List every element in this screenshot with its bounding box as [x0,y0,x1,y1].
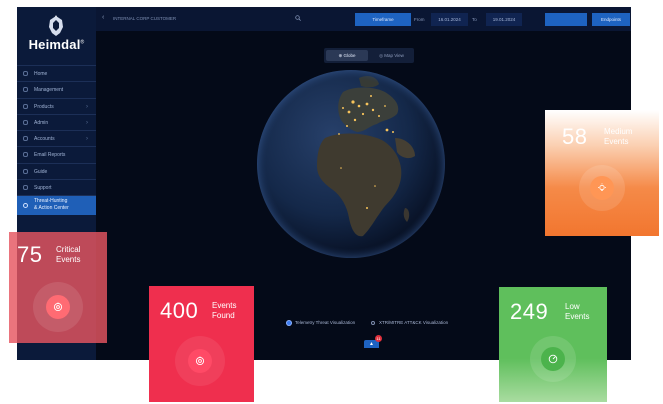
medium-events-card[interactable]: 58 Medium Events [545,110,659,236]
view-toggle: ⊕ Globe ◎ Map View [324,48,414,63]
critical-events-card[interactable]: 75 Critical Events [9,232,107,343]
sidebar-item-threat-hunting[interactable]: Threat-Hunting & Action Center [17,195,96,216]
critical-events-label-1: Critical [56,245,81,254]
chevron-right-icon: › [86,136,88,143]
management-icon [23,87,28,93]
alert-target-icon [53,302,63,312]
from-label: From [414,17,425,22]
critical-events-count: 75 [17,242,43,267]
accounts-icon [23,136,28,142]
events-found-card[interactable]: 400 Events Found [149,286,254,402]
radio-unselected-icon [371,320,375,325]
search-icon[interactable] [295,15,301,21]
sidebar-item-accounts[interactable]: Accounts › [17,130,96,146]
medium-events-label-2: Events [604,137,629,146]
events-found-count: 400 [160,298,199,323]
products-icon [23,103,28,109]
brand-trademark: ® [80,39,85,46]
to-label: To [472,17,477,22]
sidebar-item-label: Admin [34,119,49,126]
gear-icon [23,203,28,209]
guide-icon [23,168,28,174]
events-found-label-1: Events [212,301,237,310]
viz-option-label: Telemetry Threat Visualization [295,320,356,325]
sidebar-item-label: Accounts [34,136,55,143]
tab-map-view[interactable]: ◎ Map View [371,50,412,61]
sidebar-item-label: Products [34,103,54,110]
admin-icon [23,119,28,125]
tab-globe[interactable]: ⊕ Globe [326,50,368,61]
sidebar-item-label: Home [34,71,48,77]
sidebar-item-guide[interactable]: Guide [17,162,96,179]
sidebar-item-admin[interactable]: Admin › [17,113,96,130]
low-events-count: 249 [510,299,549,324]
lightbulb-icon [598,183,606,191]
events-found-label-2: Found [212,311,235,320]
timeframe-button[interactable]: Timeframe [355,13,411,26]
sidebar-item-home[interactable]: Home [17,65,96,81]
collapse-sidebar-button[interactable]: ‹ [102,14,104,21]
helmet-logo-icon [49,15,63,36]
radio-selected-icon [287,320,291,325]
earth-globe[interactable] [255,68,447,260]
sidebar-item-products[interactable]: Products › [17,97,96,114]
chevron-right-icon: › [86,119,88,126]
alert-target-icon [195,356,205,366]
sidebar-item-label: Management [34,87,64,94]
medium-events-count: 58 [562,124,588,149]
to-date-field[interactable]: 19.01.2024 [486,13,522,26]
sidebar-item-label: Guide [34,168,48,175]
sidebar-item-label: Email Reports [34,152,66,159]
viz-option-xtr[interactable]: XTR/MITRE ATT&CK Visualization [371,320,448,325]
sidebar-item-label: Support [34,185,52,192]
viz-option-telemetry[interactable]: Telemetry Threat Visualization [287,320,355,325]
tab-globe-label: Globe [343,53,356,58]
from-date-field[interactable]: 16.01.2024 [431,13,468,26]
sidebar-item-label-line2: & Action Center [34,205,69,212]
brand-logo[interactable]: Heimdal® [17,37,96,52]
sidebar-item-support[interactable]: Support [17,179,96,195]
low-events-card[interactable]: 249 Low Events [499,287,607,402]
notification-badge: 11 [375,335,382,342]
endpoints-button[interactable]: Endpoints [592,13,630,26]
sidebar-item-label-line1: Threat-Hunting [34,198,68,205]
sidebar-item-management[interactable]: Management [17,81,96,97]
sidebar-nav: Home Management Products › Admin › Account… [17,65,96,216]
support-icon [23,185,28,191]
email-icon [23,152,28,158]
brand-name: Heimdal [28,37,81,52]
customer-name: INTERNAL CORP CUSTOMER [113,16,177,21]
medium-events-label-1: Medium [604,127,633,136]
viz-option-label: XTR/MITRE ATT&CK Visualization [379,320,449,325]
low-events-label-2: Events [565,312,590,321]
critical-events-label-2: Events [56,255,81,264]
low-events-label-1: Low [565,302,580,311]
top-bar: ‹ INTERNAL CORP CUSTOMER Timeframe From … [96,7,631,31]
filter-button[interactable] [545,13,587,26]
customer-selector[interactable]: INTERNAL CORP CUSTOMER [113,7,303,31]
home-icon [23,71,28,76]
chevron-right-icon: › [86,103,88,110]
sidebar-item-email-reports[interactable]: Email Reports [17,146,96,162]
gauge-icon [548,354,558,364]
tab-map-label: Map View [384,53,404,58]
